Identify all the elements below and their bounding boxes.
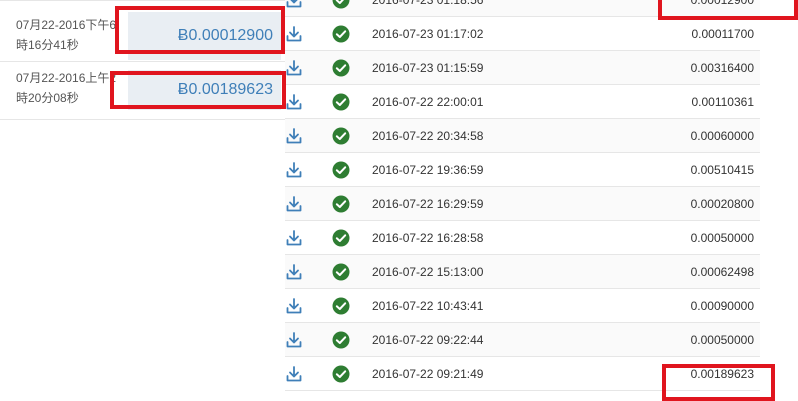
download-icon[interactable] <box>285 365 303 383</box>
download-icon[interactable] <box>285 331 303 349</box>
transactions-table: 2016-07-23 01:18:56 0.00012900 2016-07-23 … <box>285 0 760 391</box>
transaction-amount: 0.00050000 <box>690 231 754 245</box>
transaction-datetime: 2016-07-23 01:15:59 <box>372 61 484 75</box>
download-icon[interactable] <box>285 25 303 43</box>
transaction-datetime: 2016-07-22 20:34:58 <box>372 129 484 143</box>
download-icon[interactable] <box>285 161 303 179</box>
transaction-datetime: 2016-07-22 15:13:00 <box>372 265 484 279</box>
table-row[interactable]: 2016-07-23 01:18:56 0.00012900 <box>285 0 760 17</box>
transaction-datetime: 2016-07-23 01:17:02 <box>372 27 484 41</box>
transaction-amount: 0.00011700 <box>691 27 754 41</box>
transaction-amount: 0.00020800 <box>690 197 754 211</box>
left-transactions-pane: 07月22-2016下午6時16分41秒 Ƀ0.00012900 07月22-2… <box>0 0 285 401</box>
transaction-datetime: 2016-07-22 09:21:49 <box>372 367 484 381</box>
check-circle-icon <box>332 127 350 145</box>
check-circle-icon <box>332 25 350 43</box>
left-transaction-row[interactable]: 07月22-2016上午2時20分08秒 Ƀ0.00189623 <box>0 61 285 120</box>
check-circle-icon <box>332 297 350 315</box>
table-row[interactable]: 2016-07-22 22:00:01 0.00110361 <box>285 85 760 119</box>
transaction-datetime: 2016-07-22 09:22:44 <box>372 333 484 347</box>
transaction-datetime: 2016-07-22 16:29:59 <box>372 197 484 211</box>
table-row[interactable]: 2016-07-22 16:28:58 0.00050000 <box>285 221 760 255</box>
left-transaction-date: 07月22-2016上午2時20分08秒 <box>16 71 117 105</box>
table-row[interactable]: 2016-07-22 15:13:00 0.00062498 <box>285 255 760 289</box>
download-icon[interactable] <box>285 93 303 111</box>
transaction-datetime: 2016-07-22 16:28:58 <box>372 231 484 245</box>
table-row[interactable]: 2016-07-22 16:29:59 0.00020800 <box>285 187 760 221</box>
transaction-datetime: 2016-07-22 10:43:41 <box>372 299 484 313</box>
download-icon[interactable] <box>285 127 303 145</box>
table-row[interactable]: 2016-07-22 19:36:59 0.00510415 <box>285 153 760 187</box>
transaction-amount: 0.00510415 <box>690 163 754 177</box>
check-circle-icon <box>332 195 350 213</box>
transaction-amount: 0.00012900 <box>690 0 754 7</box>
table-row[interactable]: 2016-07-22 09:21:49 0.00189623 <box>285 357 760 391</box>
download-icon[interactable] <box>285 263 303 281</box>
check-circle-icon <box>332 331 350 349</box>
transaction-datetime: 2016-07-22 19:36:59 <box>372 163 484 177</box>
check-circle-icon <box>332 161 350 179</box>
check-circle-icon <box>332 365 350 383</box>
table-row[interactable]: 2016-07-22 10:43:41 0.00090000 <box>285 289 760 323</box>
table-row[interactable]: 2016-07-23 01:17:02 0.00011700 <box>285 17 760 51</box>
transaction-amount: 0.00189623 <box>690 367 754 381</box>
download-icon[interactable] <box>285 195 303 213</box>
table-row[interactable]: 2016-07-23 01:15:59 0.00316400 <box>285 51 760 85</box>
left-transaction-date: 07月22-2016下午6時16分41秒 <box>16 18 117 52</box>
transaction-amount: 0.00316400 <box>690 61 754 75</box>
transaction-amount: 0.00110361 <box>691 95 754 109</box>
download-icon[interactable] <box>285 59 303 77</box>
transaction-amount: 0.00060000 <box>690 129 754 143</box>
check-circle-icon <box>332 0 350 9</box>
table-row[interactable]: 2016-07-22 09:22:44 0.00050000 <box>285 323 760 357</box>
check-circle-icon <box>332 229 350 247</box>
download-icon[interactable] <box>285 297 303 315</box>
table-row[interactable]: 2016-07-22 20:34:58 0.00060000 <box>285 119 760 153</box>
check-circle-icon <box>332 263 350 281</box>
left-transaction-amount[interactable]: Ƀ0.00189623 <box>128 70 281 110</box>
left-transaction-amount[interactable]: Ƀ0.00012900 <box>128 12 281 60</box>
left-transaction-row[interactable]: 07月22-2016下午6時16分41秒 Ƀ0.00012900 <box>0 0 285 62</box>
transaction-datetime: 2016-07-23 01:18:56 <box>372 0 484 7</box>
check-circle-icon <box>332 59 350 77</box>
transaction-amount: 0.00090000 <box>690 299 754 313</box>
transaction-datetime: 2016-07-22 22:00:01 <box>372 95 484 109</box>
download-icon[interactable] <box>285 0 303 9</box>
check-circle-icon <box>332 93 350 111</box>
transaction-amount: 0.00050000 <box>690 333 754 347</box>
download-icon[interactable] <box>285 229 303 247</box>
transaction-amount: 0.00062498 <box>690 265 754 279</box>
